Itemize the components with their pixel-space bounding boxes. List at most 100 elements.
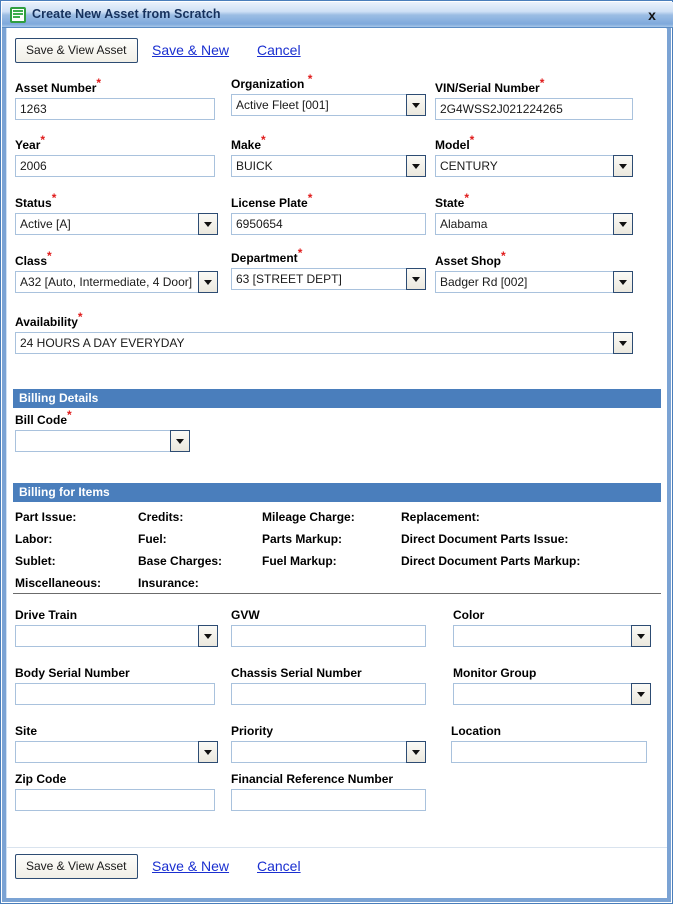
chevron-down-icon[interactable] bbox=[406, 94, 426, 116]
chevron-down-icon[interactable] bbox=[613, 155, 633, 177]
field-asset-shop: Asset Shop* Badger Rd [002] bbox=[435, 250, 633, 293]
status-dropdown[interactable]: Active [A] bbox=[15, 213, 218, 235]
priority-dropdown-value[interactable] bbox=[231, 741, 426, 763]
color-dropdown[interactable] bbox=[453, 625, 651, 647]
status-dropdown-value[interactable]: Active [A] bbox=[15, 213, 218, 235]
field-zip-code: Zip Code bbox=[15, 772, 215, 811]
label-priority: Priority bbox=[231, 724, 274, 738]
body-serial-number-input[interactable] bbox=[15, 683, 215, 705]
field-make: Make* BUICK bbox=[231, 134, 426, 177]
label-location: Location bbox=[451, 724, 501, 738]
save-and-view-asset-button-top[interactable]: Save & View Asset bbox=[15, 38, 138, 63]
bill-code-dropdown-value[interactable] bbox=[15, 430, 190, 452]
site-dropdown[interactable] bbox=[15, 741, 218, 763]
asset-shop-dropdown-value[interactable]: Badger Rd [002] bbox=[435, 271, 633, 293]
color-dropdown-value[interactable] bbox=[453, 625, 651, 647]
make-dropdown-value[interactable]: BUICK bbox=[231, 155, 426, 177]
model-dropdown-value[interactable]: CENTURY bbox=[435, 155, 633, 177]
monitor-group-dropdown-value[interactable] bbox=[453, 683, 651, 705]
class-dropdown[interactable]: A32 [Auto, Intermediate, 4 Door] bbox=[15, 271, 218, 293]
organization-dropdown[interactable]: Active Fleet [001] bbox=[231, 94, 426, 116]
save-and-new-link-bottom[interactable]: Save & New bbox=[152, 858, 229, 874]
asset-shop-dropdown[interactable]: Badger Rd [002] bbox=[435, 271, 633, 293]
label-site: Site bbox=[15, 724, 38, 738]
chevron-down-icon[interactable] bbox=[406, 741, 426, 763]
chevron-down-icon[interactable] bbox=[613, 332, 633, 354]
chevron-down-icon[interactable] bbox=[198, 271, 218, 293]
label-body-serial-number: Body Serial Number bbox=[15, 666, 130, 680]
billing-label-part-issue: Part Issue: bbox=[15, 510, 77, 524]
field-asset-number: Asset Number* bbox=[15, 77, 215, 120]
document-list-icon bbox=[10, 7, 26, 23]
chevron-down-icon[interactable] bbox=[170, 430, 190, 452]
billing-label-sublet: Sublet: bbox=[15, 554, 56, 568]
field-department: Department* 63 [STREET DEPT] bbox=[231, 246, 426, 290]
zip-code-input[interactable] bbox=[15, 789, 215, 811]
section-divider bbox=[13, 593, 661, 594]
organization-dropdown-value[interactable]: Active Fleet [001] bbox=[231, 94, 426, 116]
chassis-serial-number-input[interactable] bbox=[231, 683, 426, 705]
chevron-down-icon[interactable] bbox=[631, 683, 651, 705]
chevron-down-icon[interactable] bbox=[198, 741, 218, 763]
model-dropdown[interactable]: CENTURY bbox=[435, 155, 633, 177]
section-header-billing-details: Billing Details bbox=[13, 389, 661, 408]
cancel-link-top[interactable]: Cancel bbox=[257, 42, 301, 58]
label-department: Department* bbox=[231, 246, 303, 265]
drive-train-dropdown-value[interactable] bbox=[15, 625, 218, 647]
monitor-group-dropdown[interactable] bbox=[453, 683, 651, 705]
close-icon[interactable]: x bbox=[641, 5, 663, 25]
class-dropdown-value[interactable]: A32 [Auto, Intermediate, 4 Door] bbox=[15, 271, 218, 293]
billing-label-parts-markup: Parts Markup: bbox=[262, 532, 343, 546]
toolbar-bottom: Save & View Asset Save & New Cancel bbox=[7, 847, 667, 887]
department-dropdown[interactable]: 63 [STREET DEPT] bbox=[231, 268, 426, 290]
label-monitor-group: Monitor Group bbox=[453, 666, 537, 680]
billing-label-base-charges: Base Charges: bbox=[138, 554, 223, 568]
save-and-new-link-top[interactable]: Save & New bbox=[152, 42, 229, 58]
section-header-billing-for-items: Billing for Items bbox=[13, 483, 661, 502]
label-state: State* bbox=[435, 191, 470, 210]
field-license-plate: License Plate* bbox=[231, 192, 426, 235]
state-dropdown[interactable]: Alabama bbox=[435, 213, 633, 235]
toolbar-divider bbox=[7, 847, 667, 848]
location-input[interactable] bbox=[451, 741, 647, 763]
label-class: Class* bbox=[15, 249, 52, 268]
chevron-down-icon[interactable] bbox=[613, 213, 633, 235]
state-dropdown-value[interactable]: Alabama bbox=[435, 213, 633, 235]
vin-input[interactable] bbox=[435, 98, 633, 120]
chevron-down-icon[interactable] bbox=[406, 155, 426, 177]
availability-dropdown-value[interactable]: 24 HOURS A DAY EVERYDAY bbox=[15, 332, 633, 354]
make-dropdown[interactable]: BUICK bbox=[231, 155, 426, 177]
label-availability: Availability* bbox=[15, 310, 83, 329]
financial-reference-number-input[interactable] bbox=[231, 789, 426, 811]
save-and-view-asset-button-bottom[interactable]: Save & View Asset bbox=[15, 854, 138, 879]
chevron-down-icon[interactable] bbox=[406, 268, 426, 290]
label-zip-code: Zip Code bbox=[15, 772, 67, 786]
chevron-down-icon[interactable] bbox=[631, 625, 651, 647]
label-vin: VIN/Serial Number* bbox=[435, 76, 545, 95]
gvw-input[interactable] bbox=[231, 625, 426, 647]
label-bill-code: Bill Code* bbox=[15, 408, 72, 427]
site-dropdown-value[interactable] bbox=[15, 741, 218, 763]
field-color: Color bbox=[453, 608, 651, 647]
toolbar-top: Save & View Asset Save & New Cancel bbox=[7, 31, 667, 71]
chevron-down-icon[interactable] bbox=[198, 625, 218, 647]
availability-dropdown[interactable]: 24 HOURS A DAY EVERYDAY bbox=[15, 332, 633, 354]
year-input[interactable] bbox=[15, 155, 215, 177]
chevron-down-icon[interactable] bbox=[613, 271, 633, 293]
cancel-link-bottom[interactable]: Cancel bbox=[257, 858, 301, 874]
drive-train-dropdown[interactable] bbox=[15, 625, 218, 647]
field-gvw: GVW bbox=[231, 608, 426, 647]
chevron-down-icon[interactable] bbox=[198, 213, 218, 235]
billing-label-fuel: Fuel: bbox=[138, 532, 167, 546]
field-organization: Organization * Active Fleet [001] bbox=[231, 73, 426, 116]
department-dropdown-value[interactable]: 63 [STREET DEPT] bbox=[231, 268, 426, 290]
field-financial-reference-number: Financial Reference Number bbox=[231, 772, 426, 811]
asset-number-input[interactable] bbox=[15, 98, 215, 120]
billing-label-fuel-markup: Fuel Markup: bbox=[262, 554, 337, 568]
license-plate-input[interactable] bbox=[231, 213, 426, 235]
label-chassis-serial-number: Chassis Serial Number bbox=[231, 666, 362, 680]
billing-label-direct-document-parts-issue: Direct Document Parts Issue: bbox=[401, 532, 569, 546]
bill-code-dropdown[interactable] bbox=[15, 430, 190, 452]
priority-dropdown[interactable] bbox=[231, 741, 426, 763]
label-status: Status* bbox=[15, 191, 57, 210]
